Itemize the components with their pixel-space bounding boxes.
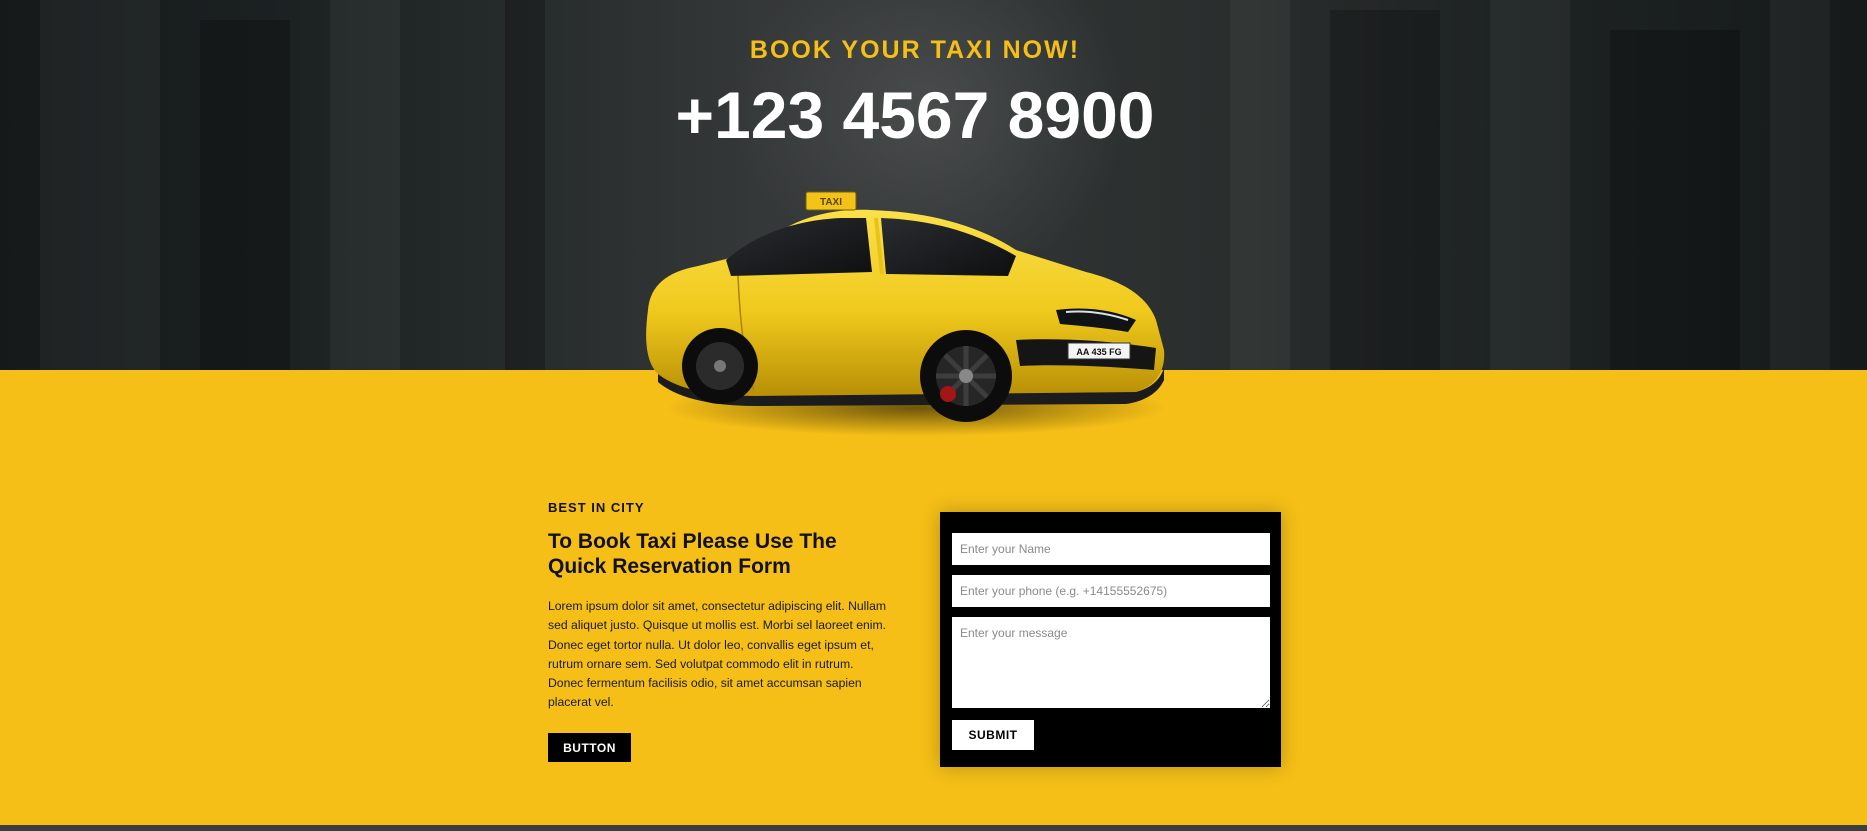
hero-phone-number[interactable]: +123 4567 8900 (0, 76, 1830, 154)
taxi-car-image: TAXI AA 435 FG (646, 191, 1166, 436)
name-input[interactable] (952, 533, 1270, 565)
license-plate: AA 435 FG (1076, 347, 1121, 357)
reservation-form: SUBMIT (940, 512, 1281, 767)
message-textarea[interactable] (952, 617, 1270, 708)
section-heading: To Book Taxi Please Use The Quick Reserv… (548, 530, 837, 578)
hero-title: BOOK YOUR TAXI NOW! (749, 36, 1081, 64)
footer-edge-strip (0, 825, 1867, 831)
phone-input[interactable] (952, 575, 1270, 607)
cta-button[interactable]: BUTTON (548, 733, 631, 762)
taxi-roof-sign: TAXI (820, 197, 842, 208)
section-kicker: BEST IN CITY (548, 500, 645, 515)
submit-button[interactable]: SUBMIT (952, 720, 1034, 750)
section-body-text: Lorem ipsum dolor sit amet, consectetur … (548, 599, 887, 710)
